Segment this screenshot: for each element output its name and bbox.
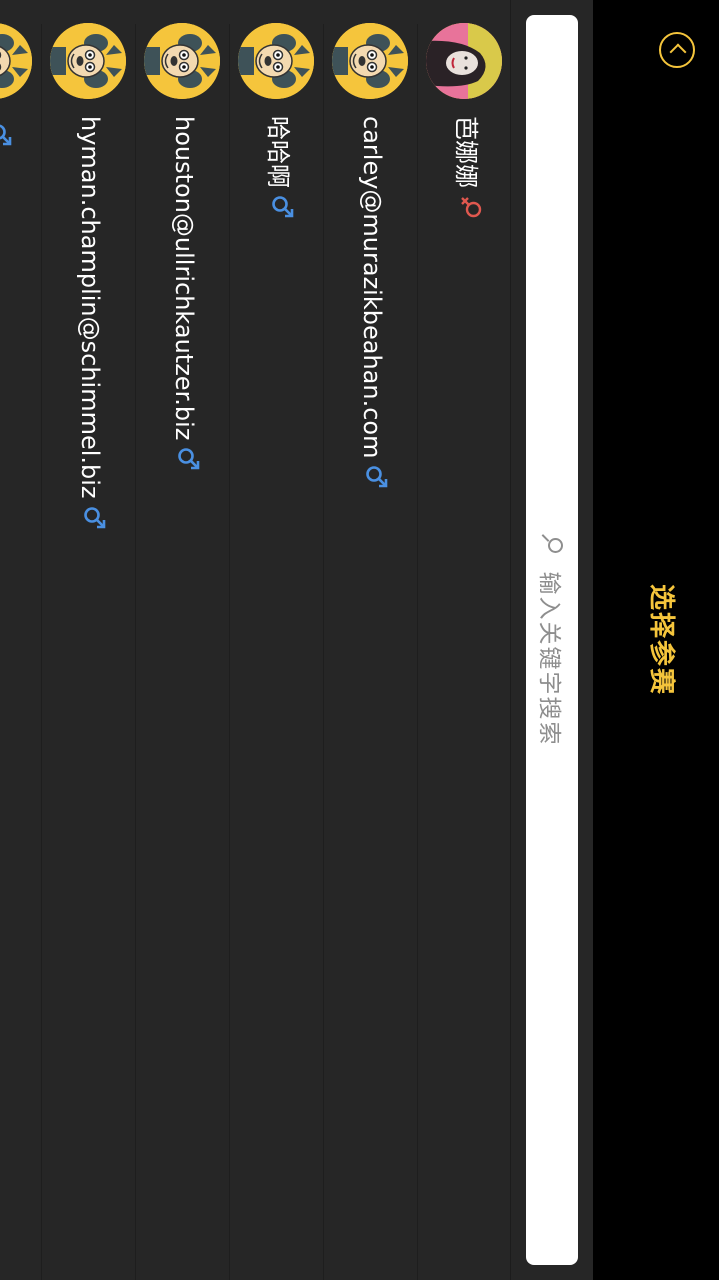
male-gender-icon: [262, 194, 296, 220]
search-placeholder: 输入关键字搜索: [536, 571, 562, 747]
participant-name: 哈哈啊: [264, 116, 292, 188]
avatar: [332, 23, 408, 99]
male-gender-icon: [356, 464, 390, 490]
participant-name: 芭娜娜: [452, 116, 480, 188]
list-item[interactable]: houston@ullrichkautzer.biz: [135, 23, 229, 1280]
male-gender-icon: [74, 505, 108, 531]
search-input[interactable]: 输入关键字搜索: [526, 15, 578, 1265]
nav-bar: 选择参赛: [593, 0, 719, 1280]
male-gender-icon: [168, 446, 202, 472]
page-title: 选择参赛: [646, 583, 676, 696]
participant-list: 芭娜娜 carley@murazikbeahan.com 哈哈啊 houston…: [0, 0, 511, 1280]
participant-name: hyman.champlin@schimmel.biz: [76, 116, 104, 499]
list-item[interactable]: 哈哈啊: [229, 23, 323, 1280]
male-gender-icon: [0, 122, 14, 148]
avatar: [426, 23, 502, 99]
participant-name: houston@ullrichkautzer.biz: [170, 116, 198, 441]
list-item[interactable]: [0, 23, 41, 1280]
avatar: [238, 23, 314, 99]
avatar: [50, 23, 126, 99]
participant-name: carley@murazikbeahan.com: [358, 116, 386, 459]
search-icon: [539, 533, 565, 560]
avatar: [0, 23, 32, 99]
avatar: [144, 23, 220, 99]
screen: 选择参赛 输入关键字搜索 芭娜娜 carley@murazikbeahan.co…: [0, 0, 719, 1280]
list-item[interactable]: 芭娜娜: [417, 23, 511, 1280]
list-item[interactable]: hyman.champlin@schimmel.biz: [41, 23, 135, 1280]
search-bar: 输入关键字搜索: [510, 0, 593, 1280]
female-gender-icon: [450, 194, 484, 220]
list-item[interactable]: carley@murazikbeahan.com: [323, 23, 417, 1280]
